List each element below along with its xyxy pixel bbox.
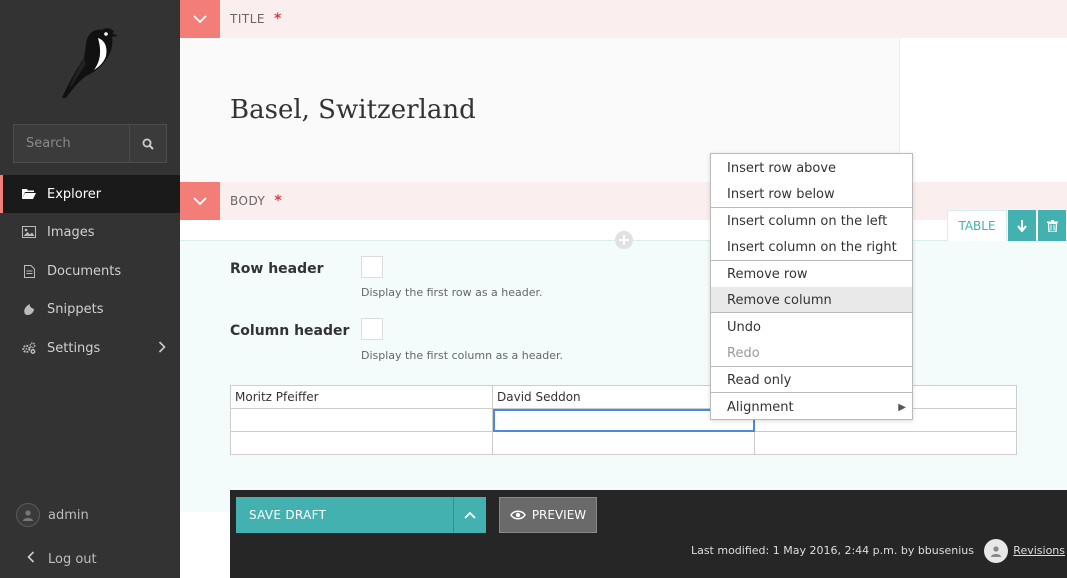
snippet-icon [22, 302, 36, 316]
menu-item-redo: Redo [727, 345, 760, 361]
delete-block-button[interactable] [1038, 210, 1066, 241]
column-header-label: Column header [230, 323, 350, 339]
logout-link[interactable]: Log out [0, 541, 180, 577]
menu-item-insert-row-above[interactable]: Insert row above [711, 155, 912, 181]
column-header-help: Display the first column as a header. [361, 349, 564, 362]
avatar [984, 539, 1008, 563]
user-icon [23, 510, 33, 521]
row-header-checkbox[interactable] [361, 256, 383, 278]
table-cell[interactable]: Moritz Pfeiffer [230, 385, 493, 409]
required-marker: * [273, 11, 282, 27]
menu-item-read-only[interactable]: Read only [711, 367, 912, 393]
sidebar-item-images[interactable]: Images [0, 213, 180, 251]
chevron-up-icon [464, 511, 476, 519]
table-context-menu: Insert row above Insert row below Insert… [710, 153, 913, 420]
menu-item-remove-column[interactable]: Remove column [711, 287, 912, 313]
sidebar-item-settings[interactable]: Settings [0, 329, 180, 367]
preview-button[interactable]: PREVIEW [499, 497, 597, 533]
sidebar-item-snippets[interactable]: Snippets [0, 290, 180, 328]
save-draft-button[interactable]: SAVE DRAFT [236, 497, 453, 533]
menu-item-undo[interactable]: Undo [711, 314, 912, 340]
chevron-down-icon [193, 15, 207, 23]
block-type-label: TABLE [947, 210, 1007, 241]
table-row [230, 431, 1017, 455]
save-draft-button-group: SAVE DRAFT [236, 497, 486, 533]
table-cell[interactable] [492, 431, 755, 455]
search-icon [142, 138, 154, 150]
body-collapse-toggle[interactable] [180, 182, 220, 220]
table-block-panel [180, 240, 1067, 512]
chevron-left-icon [27, 551, 35, 567]
menu-item-insert-column-right[interactable]: Insert column on the right [711, 234, 912, 260]
title-collapse-toggle[interactable] [180, 0, 220, 38]
search-box[interactable]: Search [13, 124, 167, 163]
menu-item-insert-column-left[interactable]: Insert column on the left [711, 208, 912, 234]
sidebar-item-label: Images [47, 224, 95, 240]
required-marker: * [274, 193, 282, 209]
move-down-button[interactable] [1008, 210, 1036, 241]
table-cell[interactable] [754, 431, 1017, 455]
chevron-down-icon [193, 197, 207, 205]
account-menu[interactable]: admin [0, 496, 180, 534]
document-icon [22, 264, 36, 278]
sidebar-item-label: Explorer [47, 186, 102, 202]
folder-open-icon [22, 187, 36, 201]
menu-divider [711, 392, 912, 393]
table-cell[interactable] [230, 431, 493, 455]
submenu-arrow-icon: ▶ [898, 401, 906, 413]
table-cell[interactable] [230, 408, 493, 432]
search-input[interactable]: Search [14, 125, 129, 162]
menu-divider [711, 312, 912, 313]
cogs-icon [22, 341, 36, 355]
sidebar-item-label: Settings [47, 340, 101, 356]
body-section-label: BODY [230, 194, 266, 208]
user-icon [991, 546, 1001, 557]
row-header-label: Row header [230, 261, 324, 277]
sidebar-item-documents[interactable]: Documents [0, 252, 180, 290]
trash-icon [1046, 219, 1058, 232]
title-section-label: TITLE [230, 12, 265, 26]
sidebar-item-label: Snippets [47, 301, 104, 317]
wagtail-logo[interactable] [56, 22, 120, 100]
sidebar: Search Explorer Images Documents Snippet… [0, 0, 180, 578]
title-section-header: TITLE * [180, 0, 1067, 38]
avatar [16, 503, 40, 527]
logout-label: Log out [48, 551, 97, 567]
row-header-help: Display the first row as a header. [361, 286, 543, 299]
body-section-header: BODY * [180, 182, 1067, 220]
arrow-down-icon [1017, 219, 1027, 232]
sidebar-item-explorer[interactable]: Explorer [0, 175, 180, 213]
sidebar-item-label: Documents [47, 263, 122, 279]
menu-item-label: Alignment [727, 399, 794, 415]
menu-item-insert-row-below[interactable]: Insert row below [711, 181, 912, 207]
menu-item-alignment[interactable]: Alignment ▶ [711, 394, 912, 420]
last-modified-text: Last modified: 1 May 2016, 2:44 p.m. by … [690, 544, 974, 557]
more-actions-button[interactable] [453, 497, 486, 533]
search-button[interactable] [129, 125, 166, 162]
account-name: admin [48, 507, 89, 523]
page-title-input[interactable]: Basel, Switzerland [230, 95, 476, 125]
add-block-icon[interactable]: + [615, 231, 633, 249]
chevron-right-icon [158, 341, 166, 357]
menu-item-remove-row[interactable]: Remove row [711, 261, 912, 287]
image-icon [22, 225, 36, 239]
preview-label: PREVIEW [531, 508, 587, 522]
column-header-checkbox[interactable] [361, 318, 383, 340]
footer-action-bar: SAVE DRAFT PREVIEW Last modified: 1 May … [230, 490, 1067, 578]
eye-icon [509, 510, 526, 520]
revisions-link[interactable]: Revisions [1013, 544, 1065, 557]
